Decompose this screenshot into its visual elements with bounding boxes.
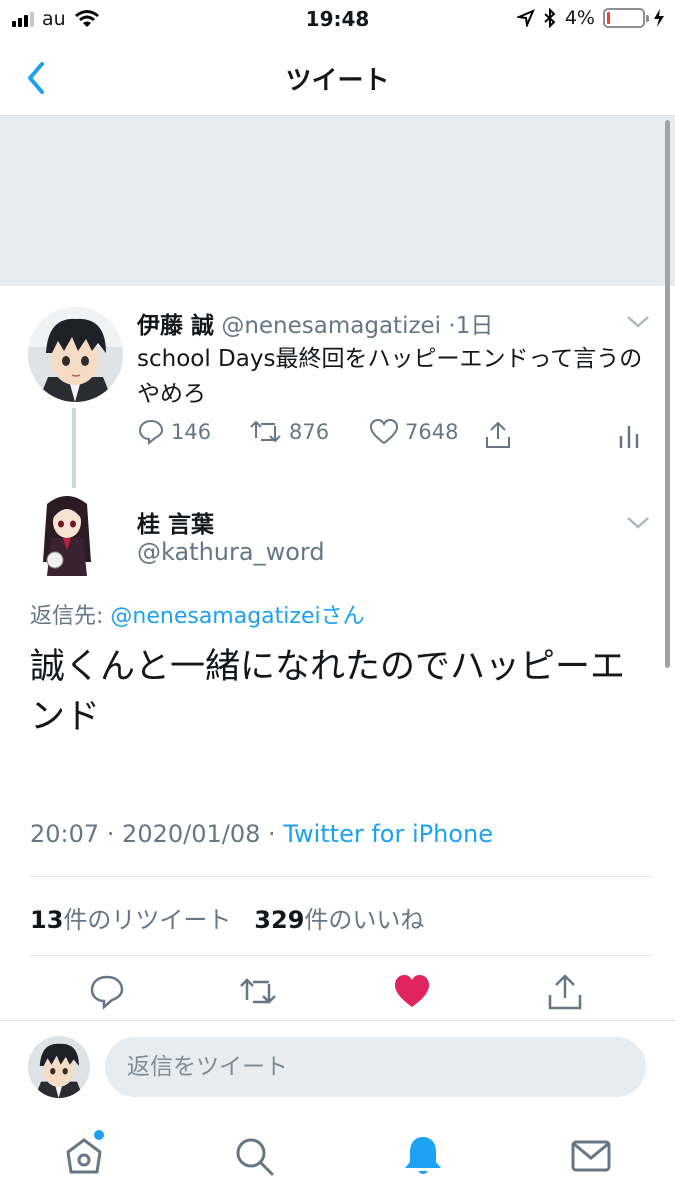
navigation-bar: ツイート <box>0 40 675 116</box>
reply-input[interactable] <box>105 1037 646 1097</box>
divider <box>30 955 653 956</box>
parent-tweet-header: 伊藤 誠 @nenesamagatizei ·1日 <box>137 306 493 340</box>
like-action[interactable]: 7648 <box>369 418 458 446</box>
retweet-icon[interactable] <box>238 972 278 1012</box>
tweet-meta: 20:07 · 2020/01/08 · Twitter for iPhone <box>30 820 493 848</box>
divider <box>30 876 653 877</box>
retweet-label: 件のリツイート <box>63 906 232 934</box>
notifications-bell-icon[interactable] <box>399 1132 447 1180</box>
battery-percent: 4% <box>564 7 595 29</box>
retweet-icon <box>250 420 281 443</box>
reply-to-line: 返信先: @nenesamagatizeiさん <box>30 598 365 630</box>
heart-filled-icon[interactable] <box>392 972 432 1012</box>
tweet-age: ·1日 <box>448 313 494 339</box>
engagement-stats: 13件のリツイート 329件のいいね <box>30 900 424 935</box>
user-handle[interactable]: @kathura_word <box>137 538 325 566</box>
messages-icon[interactable] <box>567 1132 615 1180</box>
display-name[interactable]: 桂 言葉 <box>137 505 214 539</box>
avatar[interactable] <box>28 307 123 402</box>
search-icon[interactable] <box>230 1132 278 1180</box>
scrollbar[interactable] <box>665 120 670 668</box>
parent-tweet-text: school Days最終回をハッピーエンドって言うのやめろ <box>137 346 643 407</box>
like-total: 329 <box>254 906 305 934</box>
user-handle[interactable]: @nenesamagatizei <box>221 313 441 339</box>
share-icon[interactable] <box>483 420 513 450</box>
like-label: 件のいいね <box>304 906 425 934</box>
retweet-action[interactable]: 876 <box>249 418 329 446</box>
new-content-dot <box>94 1130 104 1140</box>
reply-icon <box>138 419 164 446</box>
chevron-down-icon[interactable] <box>625 515 651 531</box>
parent-tweet-actions: 146 876 7648 <box>137 418 647 458</box>
tab-bar <box>0 1116 675 1200</box>
reply-to-prefix: 返信先: <box>30 604 111 629</box>
thread-line <box>72 408 76 488</box>
likes-stat[interactable]: 329件のいいね <box>254 906 424 934</box>
retweets-stat[interactable]: 13件のリツイート <box>30 906 231 934</box>
status-bar: au 19:48 4% <box>0 0 675 40</box>
page-title: ツイート <box>285 66 390 96</box>
like-count: 7648 <box>405 420 459 444</box>
heart-icon <box>369 418 399 445</box>
retweet-total: 13 <box>30 906 64 934</box>
timestamp: 20:07 · 2020/01/08 · <box>30 820 284 848</box>
display-name[interactable]: 伊藤 誠 <box>137 313 214 339</box>
chevron-down-icon[interactable] <box>625 314 651 330</box>
source-link[interactable]: Twitter for iPhone <box>283 820 493 848</box>
bluetooth-icon <box>544 8 556 28</box>
charging-bolt-icon <box>654 9 664 27</box>
tweet-text: 誠くんと一緒になれたのでハッピーエンド <box>30 647 626 737</box>
reply-to-handle[interactable]: @nenesamagatizeiさん <box>110 604 364 629</box>
analytics-icon[interactable] <box>617 422 641 450</box>
my-avatar[interactable] <box>28 1036 90 1098</box>
tweet-actions <box>0 972 675 1018</box>
retweet-count: 876 <box>289 420 330 444</box>
location-arrow-icon <box>516 9 535 27</box>
reply-icon[interactable] <box>87 972 127 1012</box>
battery-icon <box>603 8 649 28</box>
share-icon[interactable] <box>545 972 585 1012</box>
avatar[interactable] <box>33 492 101 582</box>
header-placeholder <box>0 116 675 286</box>
reply-count: 146 <box>171 420 212 444</box>
reply-action[interactable]: 146 <box>137 418 211 446</box>
